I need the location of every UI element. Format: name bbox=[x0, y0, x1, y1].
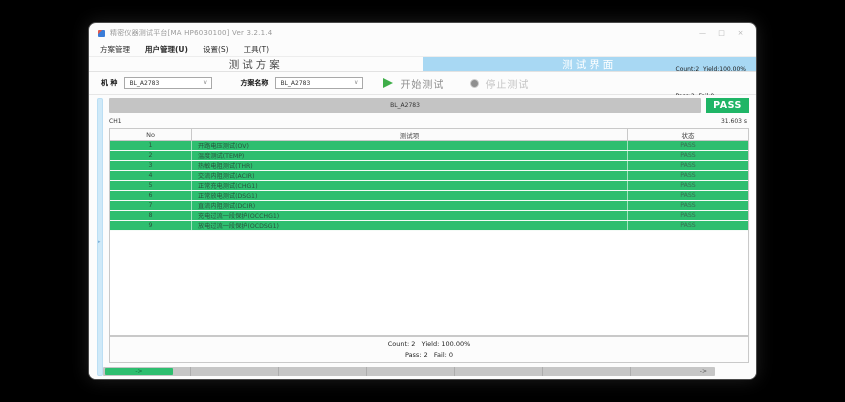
toolbar-count-yield: Count:2 Yield:100.00% bbox=[676, 65, 746, 74]
channel-label: CH1 bbox=[109, 118, 122, 125]
table-row[interactable]: 2 温度测试(TEMP) PASS bbox=[110, 151, 748, 161]
app-icon bbox=[98, 30, 105, 37]
table-row[interactable]: 4 交流内阻测试(ACIR) PASS bbox=[110, 171, 748, 181]
start-test-button[interactable]: 开始测试 bbox=[400, 76, 444, 91]
window-title: 精密仪器测试平台[MA HP6030100] Ver 3.2.1.4 bbox=[110, 28, 272, 38]
app-window: 精密仪器测试平台[MA HP6030100] Ver 3.2.1.4 — □ ×… bbox=[88, 22, 757, 380]
current-test-bar: BL_A2783 bbox=[109, 98, 701, 113]
chevron-down-icon: ∨ bbox=[354, 80, 358, 86]
scrollbar-right-arrow-icon[interactable]: -> bbox=[700, 368, 707, 375]
table-row[interactable]: 8 充电过流一段保护(OCCHG1) PASS bbox=[110, 211, 748, 221]
menu-bar: 方案管理 用户管理(U) 设置(S) 工具(T) bbox=[89, 43, 756, 56]
tab-test-plan[interactable]: 测试方案 bbox=[89, 57, 423, 71]
stop-test-button[interactable]: 停止测试 bbox=[485, 76, 529, 91]
channel-row: CH1 31.603 s bbox=[109, 116, 747, 127]
elapsed-time: 31.603 s bbox=[721, 118, 747, 125]
col-header-item: 测试项 bbox=[192, 129, 628, 140]
model-label: 机 种 bbox=[101, 78, 117, 88]
menu-item-tools[interactable]: 工具(T) bbox=[244, 44, 269, 55]
table-row[interactable]: 1 开路电压测试(OV) PASS bbox=[110, 141, 748, 151]
table-row[interactable]: 5 正常充电测试(CHG1) PASS bbox=[110, 181, 748, 191]
title-bar: 精密仪器测试平台[MA HP6030100] Ver 3.2.1.4 — □ × bbox=[89, 23, 756, 43]
col-header-state: 状态 bbox=[628, 129, 748, 140]
model-select[interactable]: BL_A2783 ∨ bbox=[124, 77, 212, 89]
plan-name-select[interactable]: BL_A2783 ∨ bbox=[275, 77, 363, 89]
table-header-row: No 测试项 状态 bbox=[110, 129, 748, 141]
minimize-icon[interactable]: — bbox=[693, 25, 712, 41]
table-row[interactable]: 6 正常放电测试(DSG1) PASS bbox=[110, 191, 748, 201]
desktop-background: 精密仪器测试平台[MA HP6030100] Ver 3.2.1.4 — □ ×… bbox=[0, 0, 845, 402]
table-row[interactable]: 9 放电过流一段保护(OCDSG1) PASS bbox=[110, 221, 748, 231]
stop-test-icon[interactable] bbox=[470, 79, 479, 88]
maximize-icon[interactable]: □ bbox=[712, 25, 731, 41]
plan-name-select-value: BL_A2783 bbox=[280, 80, 354, 87]
plan-name-label: 方案名称 bbox=[240, 78, 268, 88]
menu-item-plan-management[interactable]: 方案管理 bbox=[100, 44, 130, 55]
test-items-table: No 测试项 状态 1 开路电压测试(OV) PASS 2 温度测试(TEMP)… bbox=[109, 128, 749, 336]
menu-item-settings[interactable]: 设置(S) bbox=[203, 44, 229, 55]
start-test-icon[interactable] bbox=[383, 78, 393, 88]
main-content: ▸ BL_A2783 PASS CH1 31.603 s No 测试项 状态 1… bbox=[89, 95, 756, 379]
col-header-no: No bbox=[110, 129, 192, 140]
chevron-down-icon: ∨ bbox=[203, 80, 207, 86]
result-badge: PASS bbox=[706, 98, 749, 113]
menu-item-user-management[interactable]: 用户管理(U) bbox=[145, 44, 188, 55]
toolbar: 机 种 BL_A2783 ∨ 方案名称 BL_A2783 ∨ 开始测试 停止测试… bbox=[89, 72, 756, 95]
model-select-value: BL_A2783 bbox=[129, 80, 203, 87]
footer-count-yield: Count: 2 Yield: 100.00% bbox=[388, 339, 471, 350]
panel-expand-arrow-icon[interactable]: ▸ bbox=[98, 239, 101, 245]
horizontal-scrollbar[interactable]: -> -> bbox=[103, 367, 715, 376]
tab-bar: 测试方案 测试界面 bbox=[89, 56, 756, 72]
current-test-label: BL_A2783 bbox=[390, 102, 420, 109]
close-icon[interactable]: × bbox=[731, 25, 750, 41]
table-row[interactable]: 7 直流内阻测试(DCIR) PASS bbox=[110, 201, 748, 211]
footer-pass-fail: Pass: 2 Fail: 0 bbox=[405, 350, 453, 361]
scrollbar-thumb[interactable]: -> bbox=[105, 368, 173, 375]
table-row[interactable]: 3 热敏电阻测试(THR) PASS bbox=[110, 161, 748, 171]
window-controls: — □ × bbox=[693, 25, 750, 41]
collapsed-side-panel[interactable]: ▸ bbox=[97, 98, 103, 376]
footer-statistics: Count: 2 Yield: 100.00% Pass: 2 Fail: 0 bbox=[109, 336, 749, 363]
